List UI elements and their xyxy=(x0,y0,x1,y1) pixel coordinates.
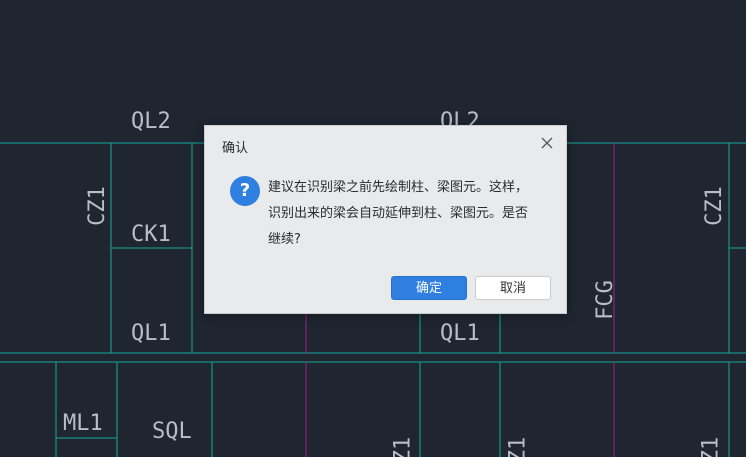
close-icon[interactable] xyxy=(538,134,556,152)
cad-label-cz1-left: CZ1 xyxy=(84,186,110,226)
cancel-button[interactable]: 取消 xyxy=(475,276,551,300)
ok-button[interactable]: 确定 xyxy=(391,276,467,300)
cad-label-ck1: CK1 xyxy=(131,222,171,247)
cad-label-bottom-1: Z1 xyxy=(390,436,416,457)
cad-label-ml1: ML1 xyxy=(63,411,103,436)
confirm-dialog: 确认 ? 建议在识别梁之前先绘制柱、梁图元。这样，识别出来的梁会自动延伸到柱、梁… xyxy=(204,125,567,314)
cad-label-sql: SQL xyxy=(152,419,192,444)
cad-label-bottom-2: Z1 xyxy=(505,436,531,457)
dialog-title: 确认 xyxy=(222,141,249,156)
cad-label-ql2-left: QL2 xyxy=(131,109,171,134)
cad-label-cz1-right: CZ1 xyxy=(701,186,727,226)
cad-workspace[interactable]: QL2 QL2 CZ1 CZ1 CK1 QL1 QL1 FCG ML1 SQL … xyxy=(0,0,746,457)
question-icon: ? xyxy=(230,176,260,206)
cad-label-ql1-right: QL1 xyxy=(440,321,480,346)
cad-label-fcg: FCG xyxy=(592,280,618,320)
cad-label-ql1-left: QL1 xyxy=(131,321,171,346)
cad-label-bottom-3: Z1 xyxy=(698,436,724,457)
dialog-message: 建议在识别梁之前先绘制柱、梁图元。这样，识别出来的梁会自动延伸到柱、梁图元。是否… xyxy=(268,180,529,247)
